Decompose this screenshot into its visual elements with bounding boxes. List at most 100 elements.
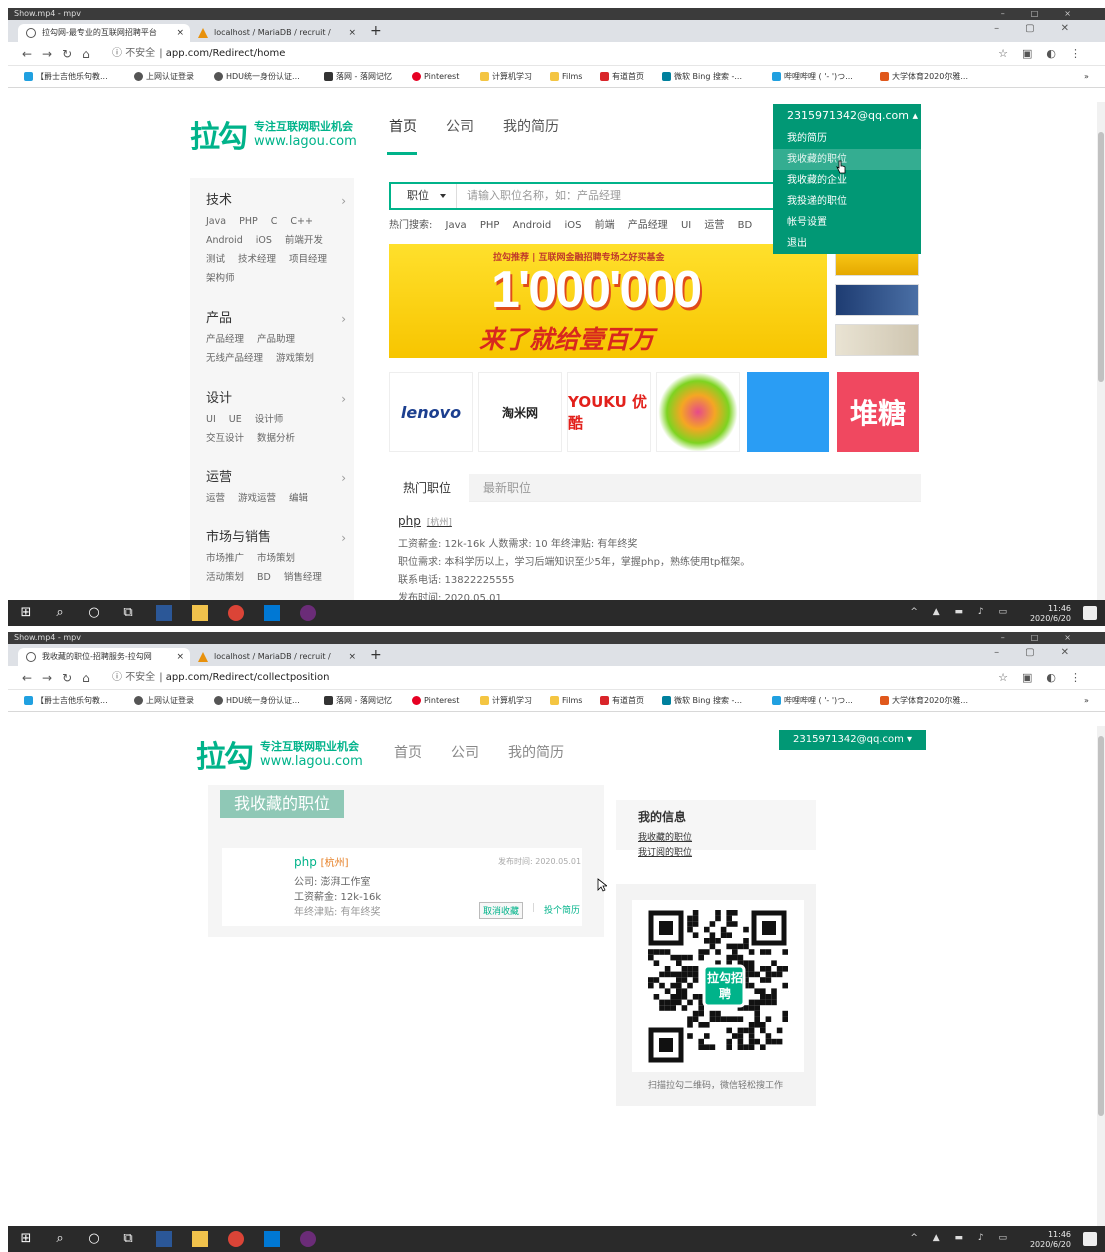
new-tab-button[interactable]: + (370, 647, 382, 663)
lagou-logo[interactable]: 拉勾 专注互联网职业机会 www.lagou.com (190, 112, 357, 156)
bookmark[interactable]: Pinterest (412, 695, 459, 707)
close-icon[interactable]: × (348, 24, 356, 42)
clock[interactable]: 11:46 2020/6/20 (1030, 604, 1071, 624)
bookmark[interactable]: 【爵士吉他乐句教... (24, 695, 108, 707)
bookmark[interactable]: 【爵士吉他乐句教... (24, 71, 108, 83)
windows-start-icon[interactable]: ⊞ (18, 605, 34, 621)
chrome-icon[interactable] (228, 1231, 244, 1247)
word-icon[interactable] (156, 605, 172, 621)
bookmark[interactable]: Films (550, 71, 582, 83)
tab-hot-jobs[interactable]: 热门职位 (389, 474, 469, 502)
nav-buttons[interactable]: ←→↻⌂ (22, 671, 100, 685)
bookmark[interactable]: 落网 - 落网记忆 (324, 695, 392, 707)
link-subscribed-jobs[interactable]: 我订阅的职位 (638, 845, 692, 858)
notification-icon[interactable] (1083, 606, 1097, 620)
nav-home[interactable]: 首页 (389, 116, 417, 136)
menu-collected-companies[interactable]: 我收藏的企业 (773, 170, 921, 191)
nav-resume[interactable]: 我的简历 (503, 116, 559, 136)
notification-icon[interactable] (1083, 1232, 1097, 1246)
vscode-icon[interactable] (264, 1231, 280, 1247)
search-type-select[interactable]: 职位 (391, 184, 457, 208)
cancel-collect-button[interactable]: 取消收藏 (479, 902, 524, 919)
bookmark[interactable]: 计算机学习 (480, 695, 532, 707)
hot-search[interactable]: 热门搜索: Java PHP Android iOS 前端 产品经理 UI 运营… (389, 216, 752, 231)
window-controls[interactable]: –▢✕ (994, 647, 1095, 658)
cortana-icon[interactable]: ○ (86, 605, 102, 621)
lagou-logo[interactable]: 拉勾 专注互联网职业机会 www.lagou.com (196, 732, 363, 776)
search-icon[interactable]: ⌕ (52, 1231, 68, 1247)
tab-lagou-home[interactable]: 拉勾网-最专业的互联网招聘平台 × (18, 24, 190, 42)
bookmark[interactable]: 落网 - 落网记忆 (324, 71, 392, 83)
bookmark[interactable]: Films (550, 695, 582, 707)
cortana-icon[interactable]: ○ (86, 1231, 102, 1247)
menu-resume[interactable]: 我的简历 (773, 128, 921, 149)
word-icon[interactable] (156, 1231, 172, 1247)
brand-clock[interactable] (747, 372, 829, 452)
brand-youku[interactable]: YOUKU 优酷 (567, 372, 651, 452)
brand-flower[interactable] (656, 372, 740, 452)
bookmark[interactable]: 大学体育2020尔雅... (880, 71, 968, 83)
nav-resume[interactable]: 我的简历 (508, 742, 564, 762)
brand-taomi[interactable]: 淘米网 (478, 372, 562, 452)
new-tab-button[interactable]: + (370, 23, 382, 39)
bookmark[interactable]: HDU统一身份认证... (214, 71, 300, 83)
bookmark[interactable]: 哔哩哔哩 ( '- ')つ... (772, 695, 853, 707)
promo-banner[interactable]: 拉勾推荐 | 互联网金融招聘专场之好买基金 1'000'000 来了就给壹百万 (389, 244, 827, 358)
explorer-icon[interactable] (192, 605, 208, 621)
user-email-button[interactable]: 2315971342@qq.com ▴ (773, 104, 921, 128)
bookmark[interactable]: 哔哩哔哩 ( '- ')つ... (772, 71, 853, 83)
bookmark[interactable]: 微软 Bing 搜索 -... (662, 71, 742, 83)
bookmarks-overflow[interactable]: » (1084, 695, 1089, 707)
search-icon[interactable]: ⌕ (52, 605, 68, 621)
category-marketing[interactable]: 市场与销售 › 市场推广 市场策划 活动策划 BD 销售经理 (206, 527, 346, 587)
link-collected-jobs[interactable]: 我收藏的职位 (638, 830, 692, 843)
player-window-controls[interactable]: –□× (1001, 632, 1097, 644)
mpv-icon[interactable] (300, 605, 316, 621)
close-icon[interactable]: × (348, 648, 356, 666)
window-controls[interactable]: –▢✕ (994, 23, 1095, 34)
bookmark[interactable]: 微软 Bing 搜索 -... (662, 695, 742, 707)
tab-collected-jobs[interactable]: 我收藏的职位-招聘服务-拉勾网 × (18, 648, 190, 666)
task-view-icon[interactable]: ⧉ (120, 1231, 136, 1247)
menu-applied-jobs[interactable]: 我投递的职位 (773, 191, 921, 212)
nav-home[interactable]: 首页 (394, 742, 422, 762)
category-product[interactable]: 产品 › 产品经理 产品助理 无线产品经理 游戏策划 (206, 308, 346, 368)
category-tech[interactable]: 技术 › Java PHP C C++ Android iOS 前端开发 测试 技术经… (206, 190, 346, 288)
toolbar-icons[interactable]: ☆▣◐⋮ (998, 671, 1095, 684)
user-email-button[interactable]: 2315971342@qq.com ▾ (779, 730, 926, 750)
info-icon[interactable]: ⓘ (112, 48, 125, 59)
brand-duitang[interactable]: 堆糖 (837, 372, 919, 452)
task-view-icon[interactable]: ⧉ (120, 605, 136, 621)
vscode-icon[interactable] (264, 605, 280, 621)
scrollbar[interactable] (1097, 726, 1105, 1226)
omnibox[interactable]: ⓘ 不安全 | app.com/Redirect/home (112, 45, 1012, 63)
mpv-icon[interactable] (300, 1231, 316, 1247)
menu-logout[interactable]: 退出 (773, 233, 921, 254)
bookmark[interactable]: Pinterest (412, 71, 459, 83)
bookmark[interactable]: 有道首页 (600, 71, 644, 83)
system-tray-icons[interactable]: ^ ▲ ▬ ♪ ▭ (910, 1233, 1013, 1243)
windows-start-icon[interactable]: ⊞ (18, 1231, 34, 1247)
bookmark[interactable]: 有道首页 (600, 695, 644, 707)
banner-thumb[interactable] (835, 284, 919, 316)
bookmark[interactable]: 上网认证登录 (134, 695, 194, 707)
omnibox[interactable]: ⓘ 不安全 | app.com/Redirect/collectposition (112, 669, 1012, 687)
bookmark[interactable]: 计算机学习 (480, 71, 532, 83)
nav-company[interactable]: 公司 (451, 742, 479, 762)
apply-resume-link[interactable]: 投个简历 (544, 903, 580, 916)
tab-phpmyadmin[interactable]: localhost / MariaDB / recruit / × (190, 648, 362, 666)
menu-collected-jobs[interactable]: 我收藏的职位 (773, 149, 921, 170)
job-title[interactable]: php [杭州] (398, 512, 750, 532)
info-icon[interactable]: ⓘ (112, 672, 125, 683)
close-icon[interactable]: × (176, 24, 184, 42)
close-icon[interactable]: × (176, 648, 184, 666)
category-design[interactable]: 设计 › UI UE 设计师 交互设计 数据分析 (206, 388, 346, 448)
search-input[interactable]: 请输入职位名称，如：产品经理 (467, 184, 621, 208)
explorer-icon[interactable] (192, 1231, 208, 1247)
scrollbar[interactable] (1097, 102, 1105, 600)
bookmark[interactable]: 大学体育2020尔雅... (880, 695, 968, 707)
toolbar-icons[interactable]: ☆▣◐⋮ (998, 47, 1095, 60)
category-operations[interactable]: 运营 › 运营 游戏运营 编辑 (206, 467, 346, 508)
nav-company[interactable]: 公司 (446, 116, 474, 136)
bookmarks-overflow[interactable]: » (1084, 71, 1089, 83)
